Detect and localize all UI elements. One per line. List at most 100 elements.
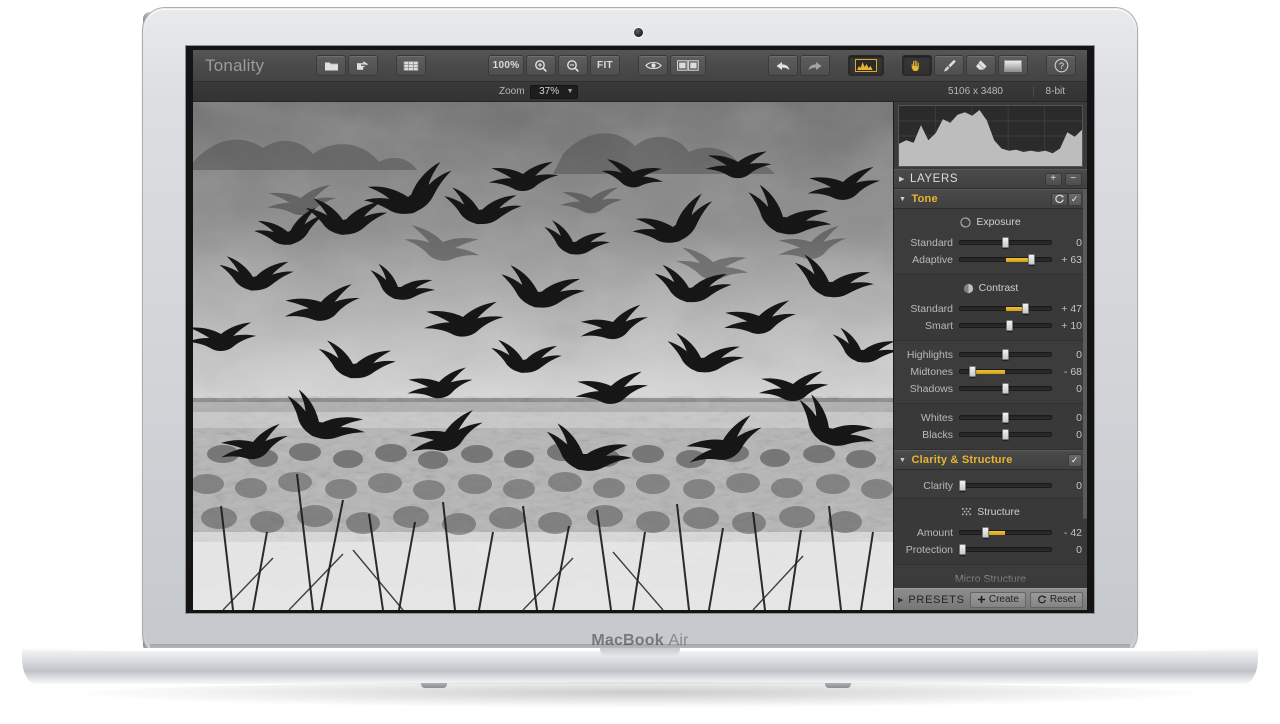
structure-dots-icon [961, 507, 972, 518]
slider-value: 0 [1076, 236, 1082, 249]
webcam-icon [634, 28, 643, 37]
share-export-icon[interactable] [348, 55, 378, 76]
slider-track[interactable] [959, 383, 1052, 394]
zoom-in-icon[interactable] [526, 55, 556, 76]
slider-value: - 42 [1063, 526, 1082, 539]
clarity-structure-label: Clarity & Structure [911, 454, 1013, 466]
redo-arrow-icon[interactable] [800, 55, 830, 76]
open-folder-icon[interactable] [316, 55, 346, 76]
slider-row[interactable]: Smart + 10 [894, 317, 1087, 334]
clarity-group: Clarity 0 [894, 470, 1087, 499]
slider-row[interactable]: Protection 0 [894, 541, 1087, 558]
presets-label: PRESETS [908, 593, 965, 606]
slider-row[interactable]: Midtones - 68 [894, 363, 1087, 380]
slider-label: Midtones [910, 365, 953, 378]
undo-arrow-icon[interactable] [768, 55, 798, 76]
fit-button[interactable]: FIT [590, 55, 620, 76]
slider-track[interactable] [959, 527, 1052, 538]
eye-preview-icon[interactable] [638, 55, 668, 76]
slider-track[interactable] [959, 254, 1052, 265]
image-info-bar: Zoom 37% ▼ 5106 x 3480 8-bit [193, 82, 1087, 102]
chevron-down-icon: ▼ [899, 456, 907, 464]
svg-text:?: ? [1058, 61, 1063, 71]
reset-preset-button[interactable]: Reset [1029, 591, 1083, 608]
contrast-group-title: Contrast [894, 280, 1087, 300]
slider-track[interactable] [959, 429, 1052, 440]
help-button[interactable]: ? [1046, 55, 1076, 76]
zoom-select[interactable]: 37% ▼ [529, 84, 578, 99]
reset-circular-arrows-icon[interactable] [1051, 192, 1068, 206]
zoom-out-icon[interactable] [558, 55, 588, 76]
laptop-base-notch [600, 648, 680, 657]
zoom-100-button[interactable]: 100% [488, 55, 524, 76]
layers-section-header[interactable]: ▶ LAYERS + − [894, 169, 1087, 189]
slider-label: Standard [910, 302, 953, 315]
slider-track[interactable] [959, 366, 1052, 377]
histogram[interactable] [898, 105, 1083, 167]
slider-row[interactable]: Standard 0 [894, 234, 1087, 251]
slider-label: Blacks [922, 428, 953, 441]
slider-value: + 63 [1061, 253, 1082, 266]
chevron-right-icon: ▶ [898, 596, 904, 604]
crop-grid-icon[interactable] [396, 55, 426, 76]
slider-row[interactable]: Adaptive + 63 [894, 251, 1087, 268]
slider-track[interactable] [959, 237, 1052, 248]
slider-track[interactable] [959, 303, 1052, 314]
add-layer-button[interactable]: + [1045, 172, 1062, 186]
slider-label: Protection [905, 543, 953, 556]
slider-label: Adaptive [912, 253, 953, 266]
slider-row[interactable]: Blacks 0 [894, 426, 1087, 443]
slider-track[interactable] [959, 320, 1052, 331]
create-preset-label: Create [988, 594, 1019, 605]
preview-button-group [637, 55, 707, 76]
highlights-midtones-shadows-group: Highlights 0 Midtones - 68 Shadows 0 [894, 341, 1087, 404]
structure-group: Structure Amount - 42 Protection 0 [894, 499, 1087, 565]
slider-track[interactable] [959, 412, 1052, 423]
slider-track[interactable] [959, 544, 1052, 555]
adjustments-scroll-body[interactable]: ▼ Tone ✓ Exposure Standard 0 Adaptive + … [894, 189, 1087, 610]
presets-bar: ▶ PRESETS Create Reset [894, 588, 1087, 610]
slider-label: Smart [924, 319, 953, 332]
contrast-half-circle-icon [963, 283, 974, 294]
slider-value: + 47 [1061, 302, 1082, 315]
micro-structure-label: Micro Structure [954, 573, 1027, 585]
whites-blacks-group: Whites 0 Blacks 0 [894, 404, 1087, 450]
structure-group-title: Structure [894, 504, 1087, 524]
slider-row[interactable]: Whites 0 [894, 409, 1087, 426]
slider-value: 0 [1076, 543, 1082, 556]
crop-button-group [395, 55, 427, 76]
slider-track[interactable] [959, 349, 1052, 360]
clarity-structure-enabled-checkbox[interactable]: ✓ [1068, 453, 1082, 467]
group-title-text: Structure [977, 506, 1020, 518]
eraser-tool-icon[interactable] [966, 55, 996, 76]
slider-row[interactable]: Shadows 0 [894, 380, 1087, 397]
slider-row[interactable]: Standard + 47 [894, 300, 1087, 317]
remove-layer-button[interactable]: − [1065, 172, 1082, 186]
file-button-group [315, 55, 379, 76]
photo-birds-bw [193, 102, 893, 610]
slider-row[interactable]: Amount - 42 [894, 524, 1087, 541]
brush-tool-icon[interactable] [934, 55, 964, 76]
reset-preset-label: Reset [1049, 594, 1076, 605]
split-compare-icon[interactable] [670, 55, 706, 76]
panel-scrollbar[interactable] [1083, 189, 1087, 519]
create-preset-button[interactable]: Create [969, 591, 1026, 608]
contrast-group: Contrast Standard + 47 Smart + 10 [894, 275, 1087, 341]
zoom-control: Zoom 37% ▼ [499, 84, 578, 99]
image-canvas[interactable] [193, 102, 893, 610]
slider-row[interactable]: Clarity 0 [894, 475, 1087, 492]
gradient-mask-icon[interactable] [998, 55, 1028, 76]
reset-circular-arrows-icon [1038, 595, 1046, 603]
tone-enabled-checkbox[interactable]: ✓ [1068, 192, 1082, 206]
exposure-group-title: Exposure [894, 214, 1087, 234]
tone-section-header[interactable]: ▼ Tone ✓ [894, 189, 1087, 209]
slider-row[interactable]: Highlights 0 [894, 346, 1087, 363]
hand-tool-icon[interactable] [902, 55, 932, 76]
slider-track[interactable] [959, 480, 1052, 491]
slider-label: Clarity [923, 479, 953, 492]
screenshot-root: Tonality 100% FIT ? Zoom 37% ▼ 5106 x 34… [0, 0, 1280, 724]
clarity-structure-section-header[interactable]: ▼ Clarity & Structure ✓ [894, 450, 1087, 470]
layers-label: LAYERS [909, 173, 959, 185]
slider-value: 0 [1076, 411, 1082, 424]
histogram-icon[interactable] [848, 55, 884, 76]
